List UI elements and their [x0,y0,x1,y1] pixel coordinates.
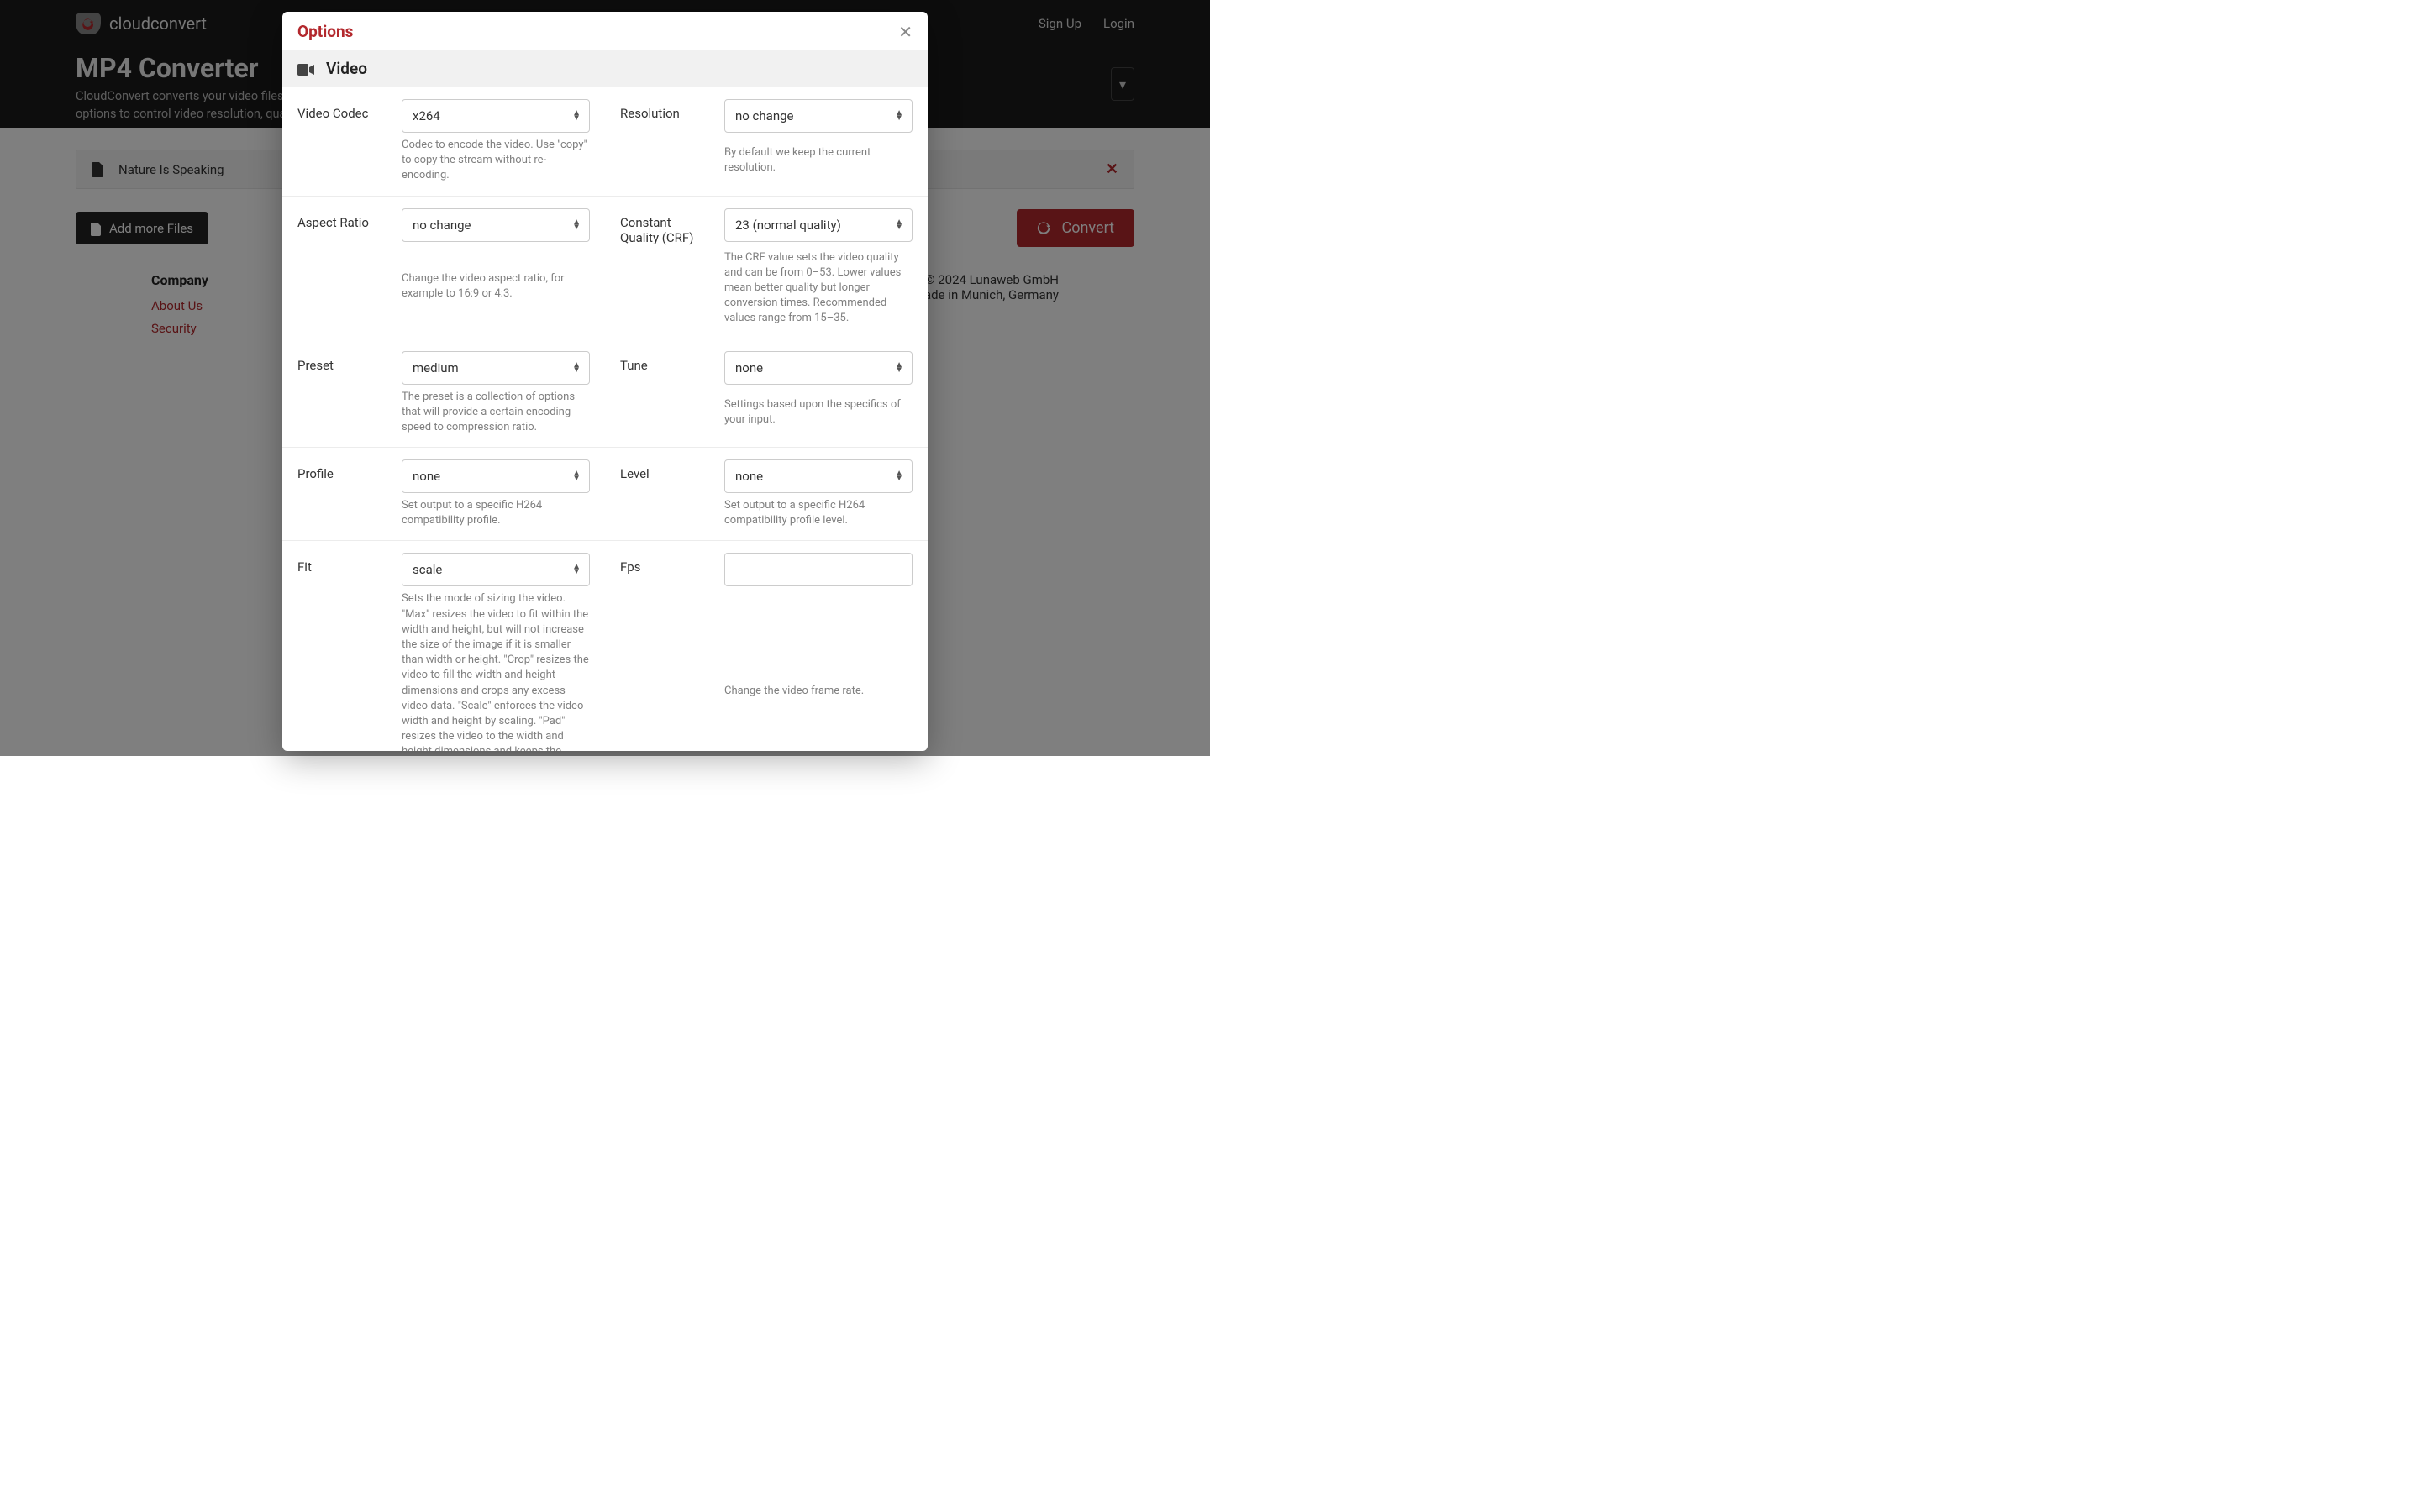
section-title: Video [326,59,367,78]
tune-select[interactable]: none ▲▼ [724,351,913,385]
option-video-codec: Video Codec x264 ▲▼ Codec to encode the vid… [282,87,605,196]
select-value: none [735,469,763,484]
options-list: Video Codec x264 ▲▼ Codec to encode the vid… [282,87,928,751]
select-value: scale [413,562,442,577]
option-label: Constant Quality (CRF) [620,208,711,245]
option-control: none ▲▼ [724,459,913,493]
select-value: none [735,360,763,375]
sort-caret-icon: ▲▼ [895,363,903,373]
sort-caret-icon: ▲▼ [572,564,581,575]
option-control: medium ▲▼ [402,351,590,385]
sort-caret-icon: ▲▼ [572,471,581,481]
option-help: Change the video frame rate. [724,684,913,699]
option-preset: Preset medium ▲▼ The preset is a collection… [282,339,605,448]
option-help: The preset is a collection of options th… [402,390,590,436]
option-fps: Fps Change the video frame rate. [605,541,928,751]
sort-caret-icon: ▲▼ [895,471,903,481]
option-label: Aspect Ratio [297,208,388,230]
option-fit: Fit scale ▲▼ Sets the mode of sizing the vi… [282,541,605,751]
option-aspect-ratio: Aspect Ratio no change ▲▼ Change the video … [282,197,605,339]
option-label: Tune [620,351,711,373]
constant-quality-crf-select[interactable]: 23 (normal quality) ▲▼ [724,208,913,242]
option-control [724,553,913,586]
option-row: Aspect Ratio no change ▲▼ Change the video … [282,197,928,339]
option-control: none ▲▼ [724,351,913,385]
sort-caret-icon: ▲▼ [572,220,581,230]
select-value: medium [413,360,459,375]
preset-select[interactable]: medium ▲▼ [402,351,590,385]
resolution-select[interactable]: no change ▲▼ [724,99,913,133]
select-value: 23 (normal quality) [735,218,841,233]
option-row: Profile none ▲▼ Set output to a specific H2… [282,448,928,541]
modal-close-button[interactable]: ✕ [898,24,913,40]
option-control: none ▲▼ [402,459,590,493]
option-help: Change the video aspect ratio, for examp… [402,271,590,302]
fit-select[interactable]: scale ▲▼ [402,553,590,586]
option-label: Fit [297,553,388,575]
profile-select[interactable]: none ▲▼ [402,459,590,493]
option-label: Fps [620,553,711,575]
option-control: scale ▲▼ [402,553,590,586]
option-label: Level [620,459,711,481]
option-label: Preset [297,351,388,373]
option-resolution: Resolution no change ▲▼ By default we keep … [605,87,928,196]
select-value: x264 [413,108,440,123]
option-label: Resolution [620,99,711,121]
option-row: Video Codec x264 ▲▼ Codec to encode the vid… [282,87,928,197]
modal-header: Options ✕ [282,12,928,50]
sort-caret-icon: ▲▼ [572,363,581,373]
section-header-video: Video [282,50,928,87]
sort-caret-icon: ▲▼ [895,220,903,230]
option-row: Fit scale ▲▼ Sets the mode of sizing the vi… [282,541,928,751]
video-codec-select[interactable]: x264 ▲▼ [402,99,590,133]
modal-title: Options [297,22,353,41]
option-row: Preset medium ▲▼ The preset is a collection… [282,339,928,449]
option-label: Video Codec [297,99,388,121]
option-label: Profile [297,459,388,481]
level-select[interactable]: none ▲▼ [724,459,913,493]
option-profile: Profile none ▲▼ Set output to a specific H2… [282,448,605,540]
option-help: The CRF value sets the video quality and… [724,250,913,327]
aspect-ratio-select[interactable]: no change ▲▼ [402,208,590,242]
option-help: Codec to encode the video. Use "copy" to… [402,138,590,184]
sort-caret-icon: ▲▼ [572,111,581,121]
video-camera-icon [297,59,314,78]
option-help: By default we keep the current resolutio… [724,145,913,176]
option-control: 23 (normal quality) ▲▼ [724,208,913,242]
sort-caret-icon: ▲▼ [895,111,903,121]
option-help: Settings based upon the specifics of you… [724,397,913,428]
options-modal: Options ✕ Video Video Codec x264 ▲▼ Codec t… [282,12,928,751]
select-value: none [413,469,440,484]
select-value: no change [735,108,794,123]
option-control: x264 ▲▼ [402,99,590,133]
fps-input[interactable] [724,553,913,586]
select-value: no change [413,218,471,233]
option-control: no change ▲▼ [402,208,590,242]
option-constant-quality-crf: Constant Quality (CRF) 23 (normal quality… [605,197,928,339]
option-control: no change ▲▼ [724,99,913,133]
option-level: Level none ▲▼ Set output to a specific H264… [605,448,928,540]
option-tune: Tune none ▲▼ Settings based upon the specif… [605,339,928,448]
option-help: Set output to a specific H264 compatibil… [402,498,590,528]
option-help: Sets the mode of sizing the video. "Max"… [402,591,590,751]
option-help: Set output to a specific H264 compatibil… [724,498,913,528]
